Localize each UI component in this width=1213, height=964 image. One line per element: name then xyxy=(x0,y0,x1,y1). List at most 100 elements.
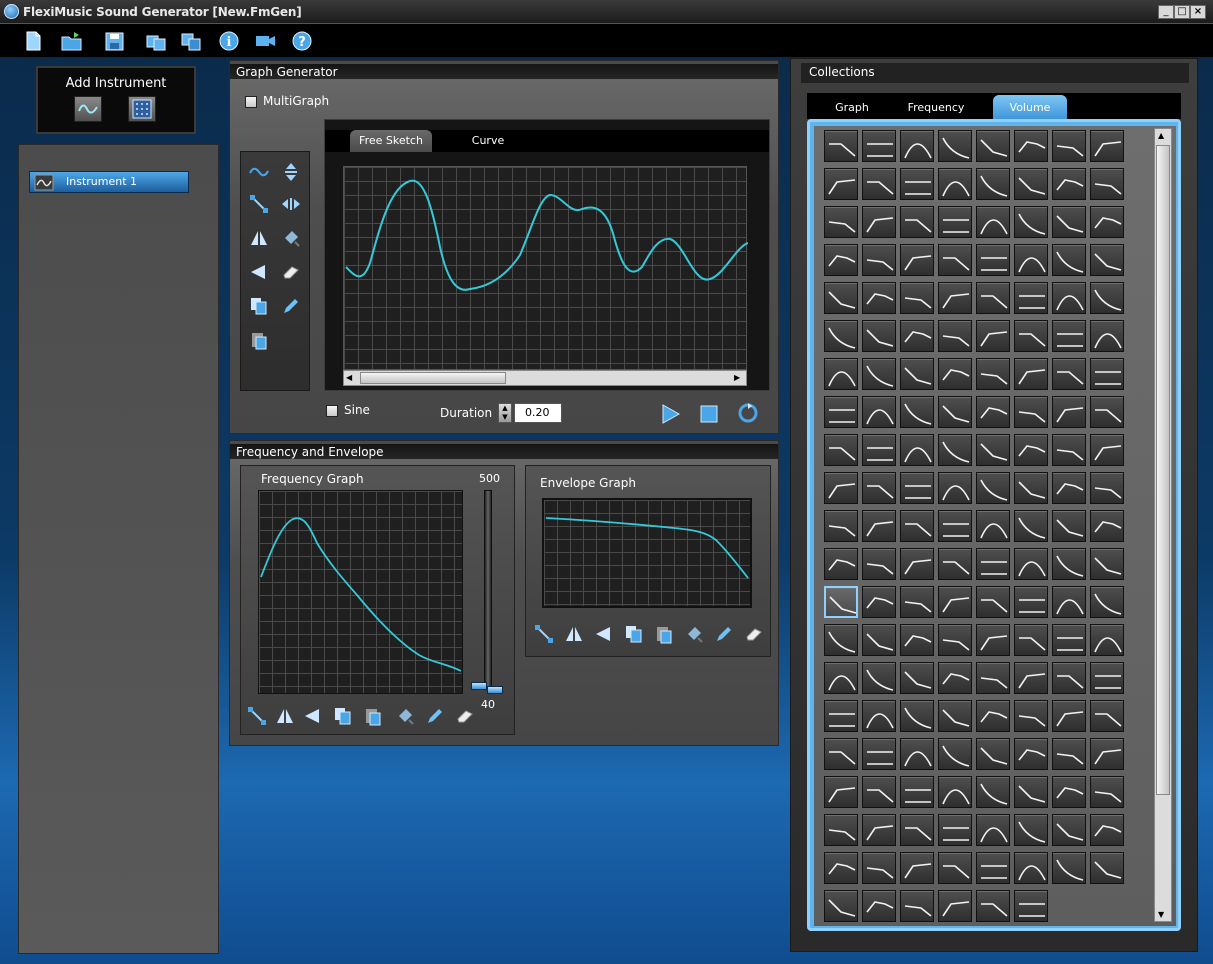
volume-preset-thumbnail[interactable] xyxy=(824,890,858,922)
slider-handle-low[interactable] xyxy=(471,682,487,690)
volume-preset-thumbnail[interactable] xyxy=(1052,206,1086,238)
volume-preset-thumbnail[interactable] xyxy=(824,206,858,238)
volume-preset-thumbnail[interactable] xyxy=(900,244,934,276)
volume-preset-thumbnail[interactable] xyxy=(1014,510,1048,542)
volume-preset-thumbnail[interactable] xyxy=(824,434,858,466)
fill-icon[interactable] xyxy=(281,228,301,248)
flip-vertical-icon[interactable] xyxy=(564,624,584,644)
volume-preset-thumbnail[interactable] xyxy=(976,586,1010,618)
volume-preset-thumbnail[interactable] xyxy=(862,130,896,162)
volume-preset-thumbnail[interactable] xyxy=(1014,586,1048,618)
volume-preset-thumbnail[interactable] xyxy=(938,700,972,732)
volume-preset-thumbnail[interactable] xyxy=(1014,168,1048,200)
vertical-stretch-icon[interactable] xyxy=(281,162,301,182)
volume-preset-thumbnail[interactable] xyxy=(1014,662,1048,694)
volume-preset-thumbnail[interactable] xyxy=(1014,282,1048,314)
volume-preset-thumbnail[interactable] xyxy=(938,282,972,314)
volume-preset-thumbnail[interactable] xyxy=(938,738,972,770)
volume-preset-thumbnail[interactable] xyxy=(824,624,858,656)
volume-preset-thumbnail[interactable] xyxy=(824,510,858,542)
frequency-range-track[interactable] xyxy=(484,490,492,690)
save-icon[interactable] xyxy=(104,30,126,52)
volume-preset-thumbnail[interactable] xyxy=(824,168,858,200)
volume-preset-thumbnail[interactable] xyxy=(862,206,896,238)
paste-icon[interactable] xyxy=(249,330,269,350)
volume-preset-thumbnail[interactable] xyxy=(1014,776,1048,808)
volume-preset-thumbnail[interactable] xyxy=(1014,206,1048,238)
volume-preset-thumbnail[interactable] xyxy=(976,282,1010,314)
volume-preset-thumbnail[interactable] xyxy=(976,852,1010,884)
horizontal-stretch-icon[interactable] xyxy=(281,194,301,214)
volume-preset-thumbnail[interactable] xyxy=(1090,358,1124,390)
volume-preset-thumbnail[interactable] xyxy=(976,472,1010,504)
paste-icon[interactable] xyxy=(654,624,674,644)
paste-icon[interactable] xyxy=(363,706,383,726)
new-file-icon[interactable] xyxy=(22,30,44,52)
volume-preset-thumbnail[interactable] xyxy=(900,776,934,808)
stop-icon[interactable] xyxy=(699,404,719,424)
volume-preset-thumbnail[interactable] xyxy=(1090,814,1124,846)
volume-preset-thumbnail[interactable] xyxy=(1090,434,1124,466)
volume-preset-thumbnail[interactable] xyxy=(1014,738,1048,770)
volume-preset-thumbnail[interactable] xyxy=(1090,776,1124,808)
close-button[interactable]: × xyxy=(1190,5,1206,19)
play-icon[interactable] xyxy=(660,403,682,425)
volume-preset-thumbnail[interactable] xyxy=(862,548,896,580)
eraser-icon[interactable] xyxy=(281,262,301,282)
volume-preset-thumbnail[interactable] xyxy=(1090,700,1124,732)
envelope-graph[interactable] xyxy=(542,498,752,608)
pencil-icon[interactable] xyxy=(281,296,301,316)
save-as-icon[interactable] xyxy=(145,30,167,52)
volume-preset-thumbnail[interactable] xyxy=(900,472,934,504)
volume-preset-thumbnail[interactable] xyxy=(1052,700,1086,732)
volume-preset-thumbnail[interactable] xyxy=(976,510,1010,542)
volume-preset-thumbnail[interactable] xyxy=(862,776,896,808)
volume-preset-thumbnail[interactable] xyxy=(1052,282,1086,314)
volume-preset-thumbnail[interactable] xyxy=(1052,130,1086,162)
volume-preset-thumbnail[interactable] xyxy=(900,168,934,200)
volume-preset-thumbnail[interactable] xyxy=(938,890,972,922)
volume-preset-thumbnail[interactable] xyxy=(1052,358,1086,390)
instrument-item[interactable]: Instrument 1 xyxy=(29,171,189,193)
volume-preset-thumbnail[interactable] xyxy=(1014,548,1048,580)
volume-preset-thumbnail[interactable] xyxy=(1090,624,1124,656)
volume-preset-thumbnail[interactable] xyxy=(824,244,858,276)
volume-preset-thumbnail[interactable] xyxy=(1014,700,1048,732)
volume-preset-thumbnail[interactable] xyxy=(1090,586,1124,618)
volume-preset-thumbnail[interactable] xyxy=(824,776,858,808)
volume-preset-thumbnail[interactable] xyxy=(1052,814,1086,846)
reverse-icon[interactable] xyxy=(249,262,269,282)
volume-preset-thumbnail[interactable] xyxy=(862,320,896,352)
volume-preset-thumbnail[interactable] xyxy=(1052,510,1086,542)
volume-preset-thumbnail[interactable] xyxy=(976,396,1010,428)
flip-vertical-icon[interactable] xyxy=(249,228,269,248)
sine-wave-icon[interactable] xyxy=(249,162,269,182)
line-tool-icon[interactable] xyxy=(247,706,267,726)
volume-preset-thumbnail[interactable] xyxy=(1014,814,1048,846)
volume-preset-thumbnail[interactable] xyxy=(824,814,858,846)
volume-preset-thumbnail[interactable] xyxy=(862,814,896,846)
collections-scrollbar[interactable]: ▲ ▼ xyxy=(1154,128,1172,922)
volume-preset-thumbnail[interactable] xyxy=(862,358,896,390)
volume-preset-thumbnail[interactable] xyxy=(1090,548,1124,580)
volume-preset-thumbnail[interactable] xyxy=(900,548,934,580)
volume-preset-thumbnail[interactable] xyxy=(900,358,934,390)
frequency-graph[interactable] xyxy=(258,490,463,694)
volume-preset-thumbnail[interactable] xyxy=(938,168,972,200)
duration-stepper[interactable]: ▲ ▼ xyxy=(498,403,512,423)
minimize-button[interactable]: _ xyxy=(1158,5,1174,19)
volume-preset-thumbnail[interactable] xyxy=(900,282,934,314)
pencil-icon[interactable] xyxy=(425,706,445,726)
volume-preset-thumbnail[interactable] xyxy=(824,472,858,504)
scrollbar-thumb[interactable] xyxy=(360,372,506,384)
volume-preset-thumbnail[interactable] xyxy=(938,472,972,504)
volume-preset-thumbnail[interactable] xyxy=(1052,396,1086,428)
volume-preset-thumbnail[interactable] xyxy=(824,586,858,618)
volume-preset-thumbnail[interactable] xyxy=(1052,776,1086,808)
volume-preset-thumbnail[interactable] xyxy=(976,548,1010,580)
volume-preset-thumbnail[interactable] xyxy=(824,320,858,352)
volume-preset-thumbnail[interactable] xyxy=(1052,434,1086,466)
volume-preset-thumbnail[interactable] xyxy=(1090,662,1124,694)
volume-preset-thumbnail[interactable] xyxy=(938,358,972,390)
scroll-left-arrow[interactable]: ◀ xyxy=(346,373,356,383)
